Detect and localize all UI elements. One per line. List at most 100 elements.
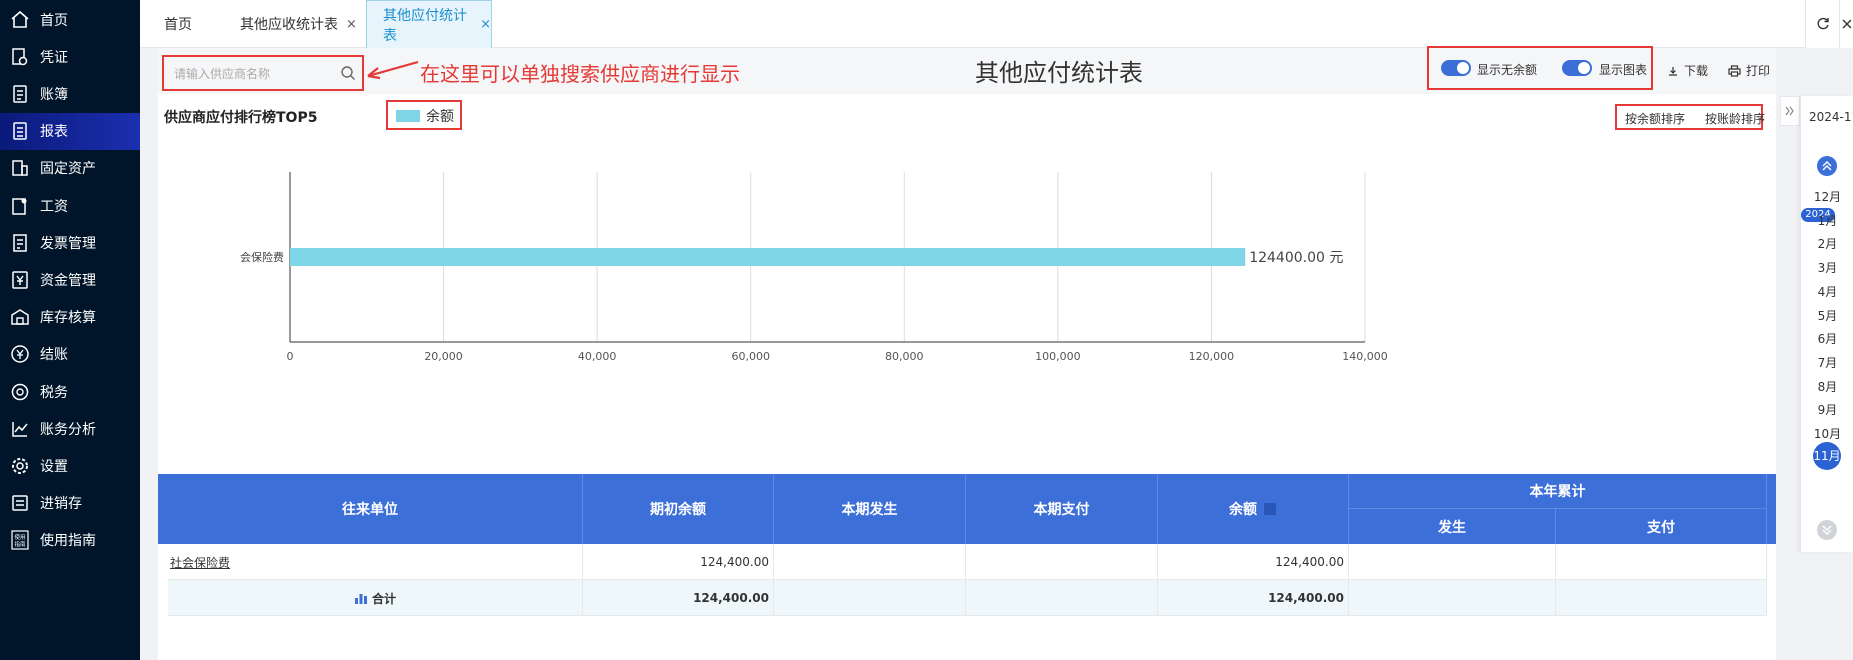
double-chevron-right-icon — [1785, 106, 1794, 116]
filter-icon[interactable] — [1263, 502, 1277, 516]
header-balance-label: 余额 — [1229, 502, 1257, 518]
sidebar-item-label: 账簿 — [40, 86, 68, 103]
sidebar-item-14[interactable]: 使用 指南 使用指南 — [0, 522, 140, 559]
sidebar-item-3[interactable]: 报表 — [0, 112, 140, 150]
month-item[interactable]: 4月 — [1801, 283, 1853, 300]
table-header: 往来单位 期初余额 本期发生 本期支付 余额 本年累计 发生 支付 — [158, 474, 1776, 544]
sidebar-item-12[interactable]: 设置 — [0, 447, 140, 484]
close-icon[interactable]: × — [346, 17, 357, 32]
sort-by-balance-button[interactable]: 按余额排序 — [1625, 110, 1685, 127]
tab-home[interactable]: 首页 — [164, 0, 192, 48]
sidebar-item-2[interactable]: 账簿 — [0, 75, 140, 112]
sidebar-item-label: 库存核算 — [40, 310, 96, 327]
table-total-row: 合计 124,400.00 124,400.00 — [168, 580, 1767, 616]
chart-legend[interactable]: 余额 — [386, 100, 462, 130]
date-panel: 2024-11 2024 12月1月2月3月4月5月6月7月8月9月10月11月 — [1800, 96, 1853, 552]
month-item[interactable]: 6月 — [1801, 330, 1853, 347]
month-item[interactable]: 11月 — [1813, 441, 1841, 470]
close-icon[interactable]: × — [480, 17, 491, 32]
sort-by-aging-button[interactable]: 按账龄排序 — [1705, 110, 1765, 127]
y-category-label: 社会保险费 — [240, 250, 284, 264]
double-chevron-down-icon — [1822, 525, 1832, 535]
cell-total-period-occurred — [774, 580, 966, 616]
sidebar-item-6[interactable]: 发票管理 — [0, 224, 140, 261]
sidebar-item-10[interactable]: 税务 — [0, 373, 140, 410]
scroll-up-button[interactable] — [1817, 156, 1837, 176]
sidebar-item-label: 发票管理 — [40, 235, 96, 252]
payroll-icon — [10, 196, 30, 216]
sidebar-item-7[interactable]: 资金管理 — [0, 261, 140, 298]
guide-icon: 使用 指南 — [10, 530, 30, 550]
annotation-text: 在这里可以单独搜索供应商进行显示 — [420, 62, 740, 86]
month-item[interactable]: 8月 — [1801, 378, 1853, 395]
sidebar-item-0[interactable]: 首页 — [0, 1, 140, 38]
show-chart-toggle[interactable] — [1562, 60, 1592, 76]
bar-chart-icon — [354, 594, 367, 604]
svg-text:指南: 指南 — [14, 540, 26, 548]
month-item[interactable]: 9月 — [1801, 401, 1853, 418]
report-icon — [10, 121, 30, 141]
print-button[interactable]: 打印 — [1728, 62, 1770, 79]
sidebar-item-1[interactable]: 凭证 — [0, 38, 140, 75]
month-item[interactable]: 2月 — [1801, 235, 1853, 252]
download-label: 下载 — [1684, 64, 1709, 78]
sidebar-item-11[interactable]: 账务分析 — [0, 410, 140, 447]
cell-ytd-paid — [1556, 544, 1767, 580]
show-zero-balance-label: 显示无余额 — [1477, 63, 1538, 77]
refresh-button[interactable] — [1805, 0, 1839, 48]
sidebar-item-label: 固定资产 — [40, 161, 96, 178]
header-ytd-paid: 支付 — [1556, 509, 1767, 544]
page-title: 其他应付统计表 — [975, 59, 1143, 87]
sidebar-item-13[interactable]: 进销存 — [0, 485, 140, 522]
sidebar-item-8[interactable]: 库存核算 — [0, 299, 140, 336]
header-period-paid: 本期支付 — [966, 474, 1158, 544]
x-tick-label: 140,000 — [1342, 350, 1388, 363]
close-icon — [1842, 19, 1851, 29]
month-item[interactable]: 10月 — [1801, 425, 1853, 442]
sort-group: 按余额排序 按账龄排序 — [1615, 104, 1765, 130]
cell-opening: 124,400.00 — [583, 544, 774, 580]
month-item[interactable]: 5月 — [1801, 307, 1853, 324]
sidebar-item-label: 工资 — [40, 198, 68, 215]
month-item[interactable]: 12月 — [1801, 188, 1853, 205]
scroll-down-button[interactable] — [1817, 520, 1837, 540]
bar-value-label: 124400.00 元 — [1249, 250, 1343, 266]
sidebar-item-5[interactable]: 工资 — [0, 187, 140, 224]
month-item[interactable]: 1月 — [1801, 212, 1853, 229]
tab-other-payables[interactable]: 其他应付统计表 × — [366, 0, 492, 48]
sidebar-item-9[interactable]: 结账 — [0, 336, 140, 373]
supplier-search-input[interactable] — [174, 63, 334, 85]
header-ytd: 本年累计 — [1349, 474, 1767, 509]
show-zero-balance-toggle[interactable] — [1441, 60, 1471, 76]
tab-bar: 首页 其他应收统计表 × 其他应付统计表 × — [140, 0, 1853, 48]
sidebar-item-label: 首页 — [40, 12, 68, 29]
supplier-link[interactable]: 社会保险费 — [170, 554, 230, 571]
sidebar-item-label: 报表 — [40, 124, 68, 141]
table-row[interactable]: 社会保险费 124,400.00 124,400.00 — [168, 544, 1767, 580]
x-tick-label: 40,000 — [578, 350, 617, 363]
cell-ytd-occurred — [1349, 544, 1556, 580]
sidebar-item-4[interactable]: 固定资产 — [0, 150, 140, 187]
month-item[interactable]: 3月 — [1801, 259, 1853, 276]
x-tick-label: 60,000 — [731, 350, 770, 363]
header-period-occurred: 本期发生 — [774, 474, 966, 544]
cell-total-balance: 124,400.00 — [1158, 580, 1349, 616]
tab-other-receivables[interactable]: 其他应收统计表 × — [240, 0, 357, 48]
month-item[interactable]: 7月 — [1801, 354, 1853, 371]
close-all-button[interactable] — [1839, 0, 1853, 48]
bar — [290, 248, 1246, 266]
cell-period-occurred — [774, 544, 966, 580]
printer-icon — [1728, 64, 1741, 77]
tab-home-label: 首页 — [164, 17, 192, 33]
header-unit: 往来单位 — [158, 474, 583, 544]
cell-balance: 124,400.00 — [1158, 544, 1349, 580]
date-panel-collapse-button[interactable] — [1780, 96, 1800, 126]
voucher-icon — [10, 47, 30, 67]
legend-label: 余额 — [426, 109, 454, 125]
sidebar-item-label: 结账 — [40, 347, 68, 364]
annotation-arrow-icon — [367, 60, 419, 80]
cell-unit[interactable]: 社会保险费 — [168, 544, 583, 580]
sidebar-item-label: 资金管理 — [40, 272, 96, 289]
search-icon[interactable] — [340, 65, 356, 81]
download-button[interactable]: 下载 — [1667, 62, 1708, 79]
